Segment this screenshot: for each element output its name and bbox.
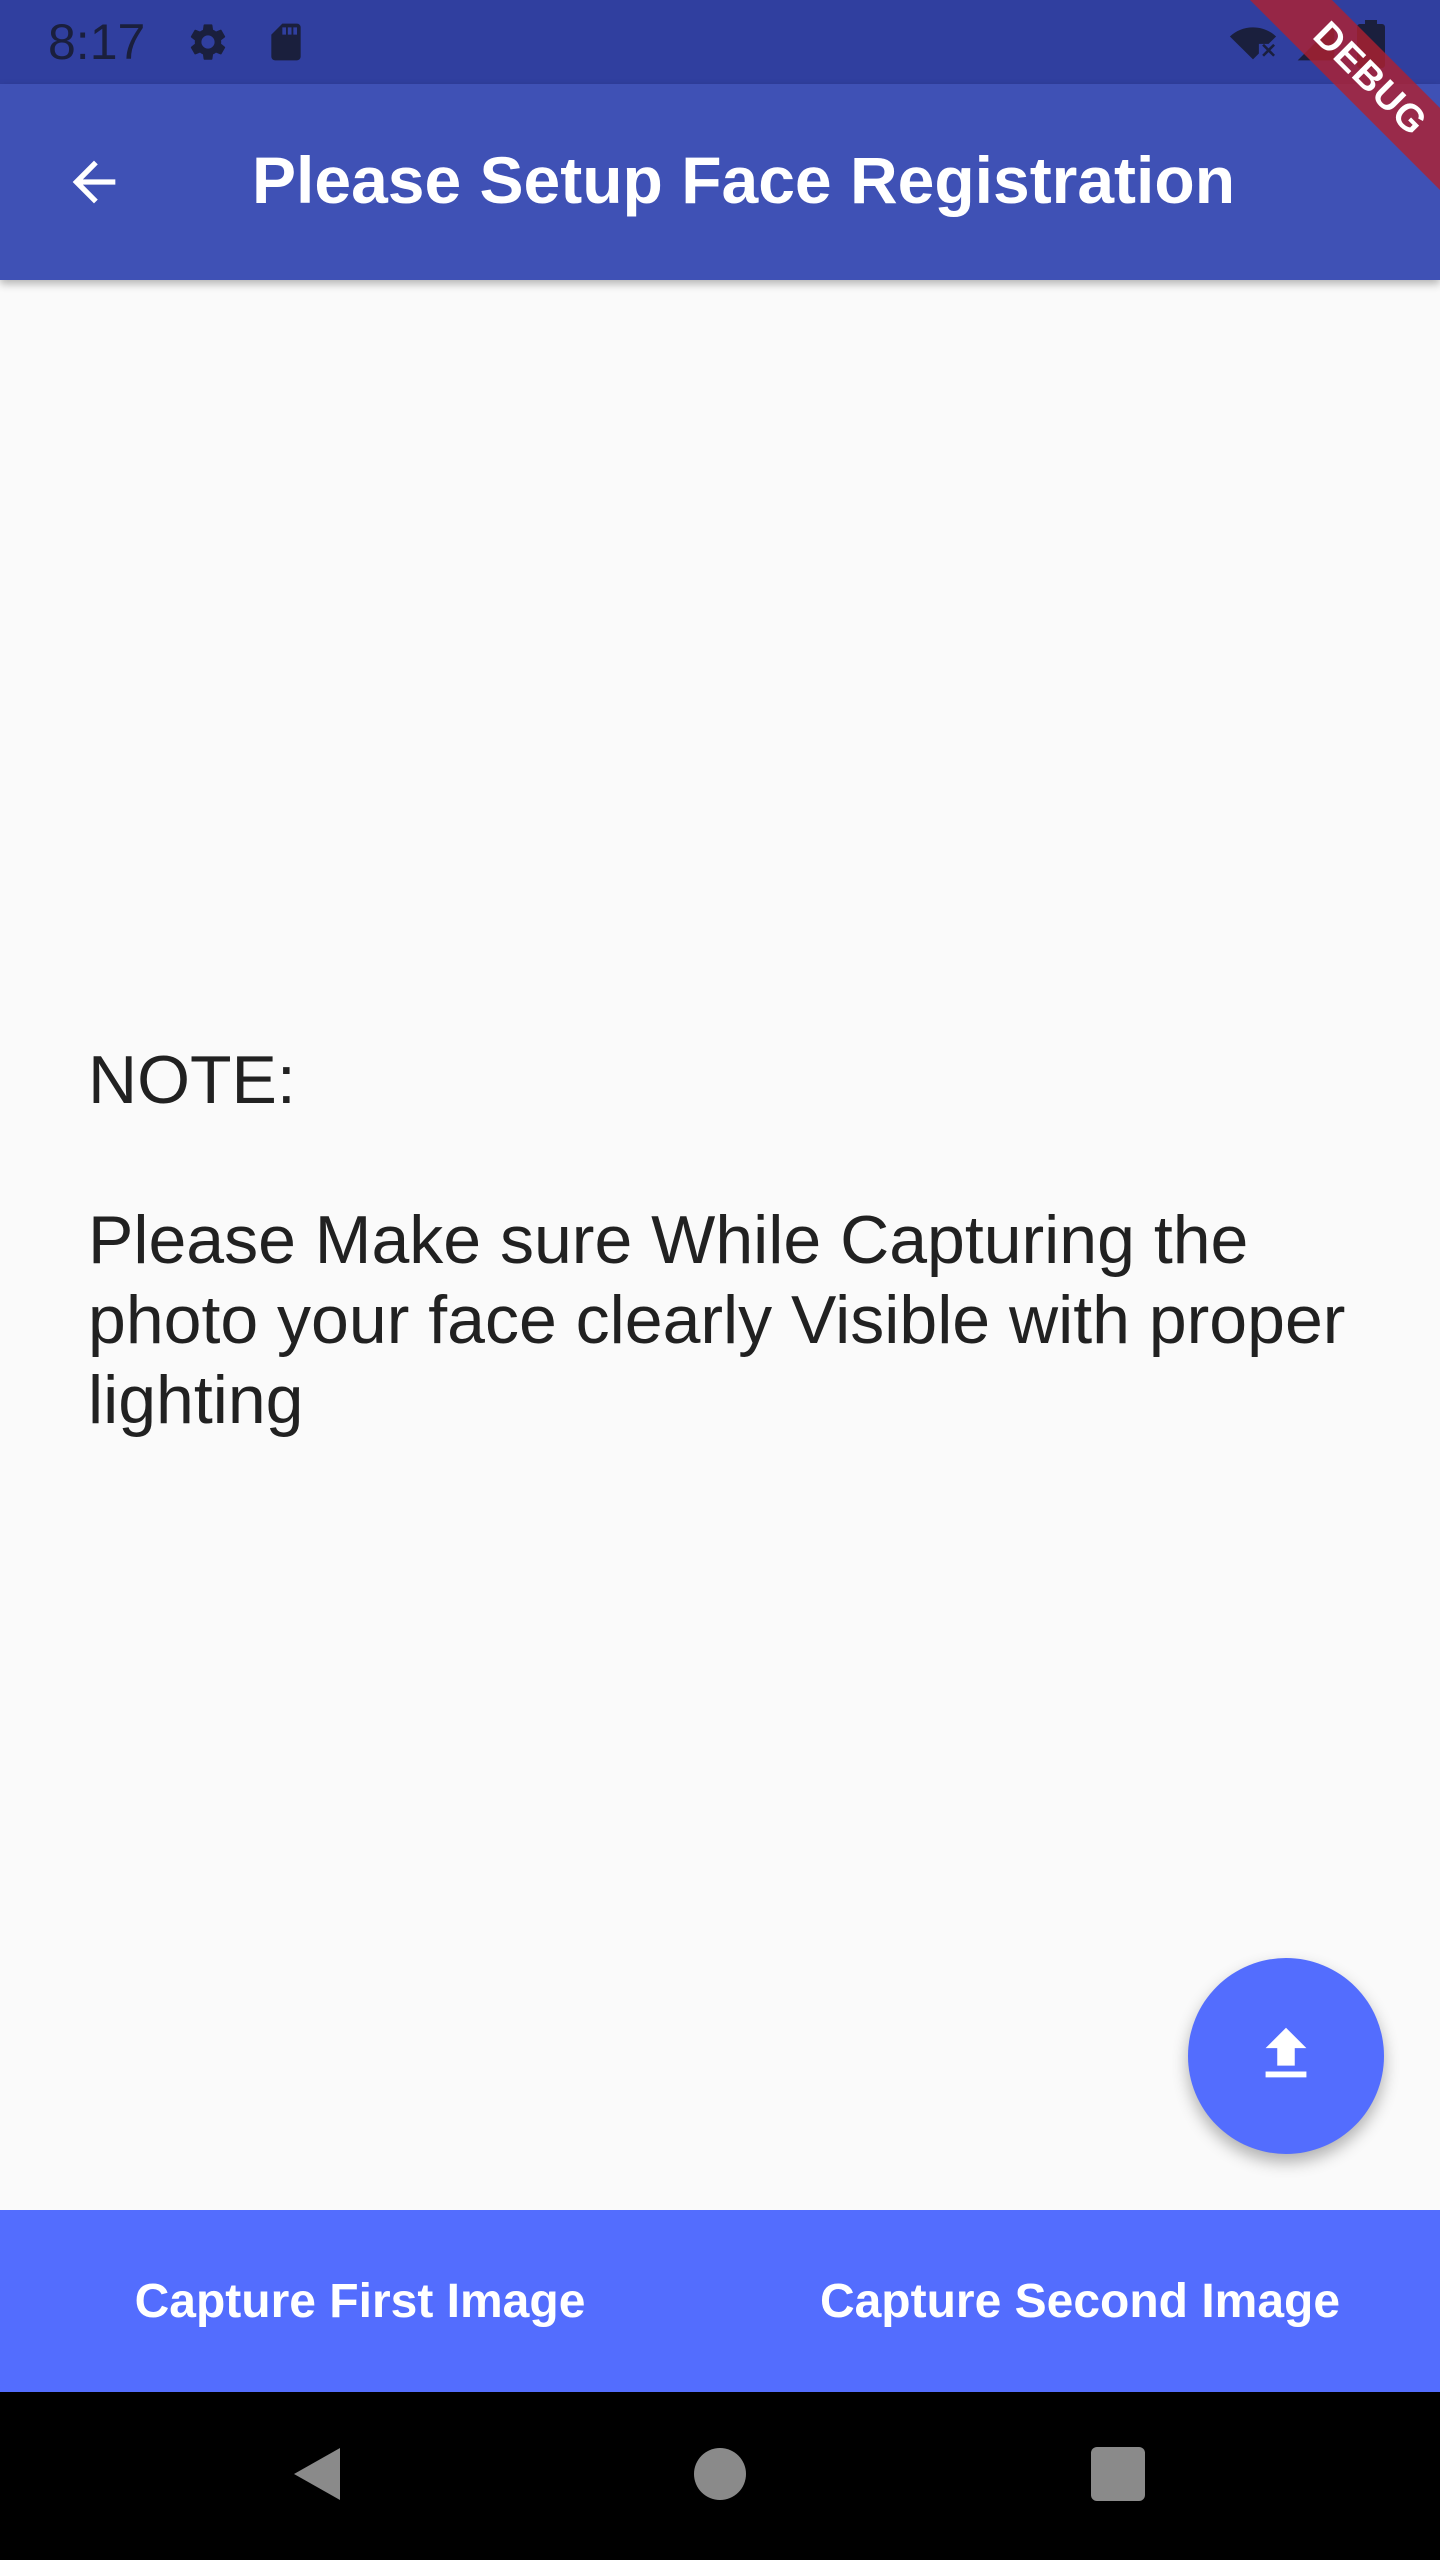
back-triangle-icon (288, 2444, 344, 2509)
bottom-bar: Capture First Image Capture Second Image (0, 2210, 1440, 2392)
settings-icon (186, 20, 230, 64)
battery-icon (1356, 20, 1400, 68)
upload-button[interactable] (1188, 1958, 1384, 2154)
arrow-back-icon (62, 150, 126, 219)
note-label: NOTE: (88, 1042, 296, 1118)
capture-first-image-button[interactable]: Capture First Image (0, 2210, 720, 2392)
nav-recents-button[interactable] (1078, 2436, 1158, 2516)
wifi-off-icon (1228, 20, 1277, 64)
upload-icon (1251, 2019, 1321, 2094)
page-title: Please Setup Face Registration (252, 143, 1236, 217)
nav-home-button[interactable] (680, 2436, 760, 2516)
home-circle-icon (694, 2447, 746, 2505)
status-bar: 8:17 (0, 0, 1440, 84)
signal-icon (1294, 20, 1338, 64)
system-nav-bar (0, 2392, 1440, 2560)
app-bar: Please Setup Face Registration (0, 84, 1440, 280)
sd-card-icon (264, 20, 308, 64)
capture-second-image-button[interactable]: Capture Second Image (720, 2210, 1440, 2392)
back-button[interactable] (46, 136, 142, 232)
status-time: 8:17 (48, 14, 146, 70)
note-text: Please Make sure While Capturing the pho… (88, 1202, 1346, 1438)
recents-square-icon (1091, 2446, 1145, 2506)
nav-back-button[interactable] (276, 2436, 356, 2516)
note-block: NOTE: Please Make sure While Capturing t… (88, 1040, 1368, 1440)
